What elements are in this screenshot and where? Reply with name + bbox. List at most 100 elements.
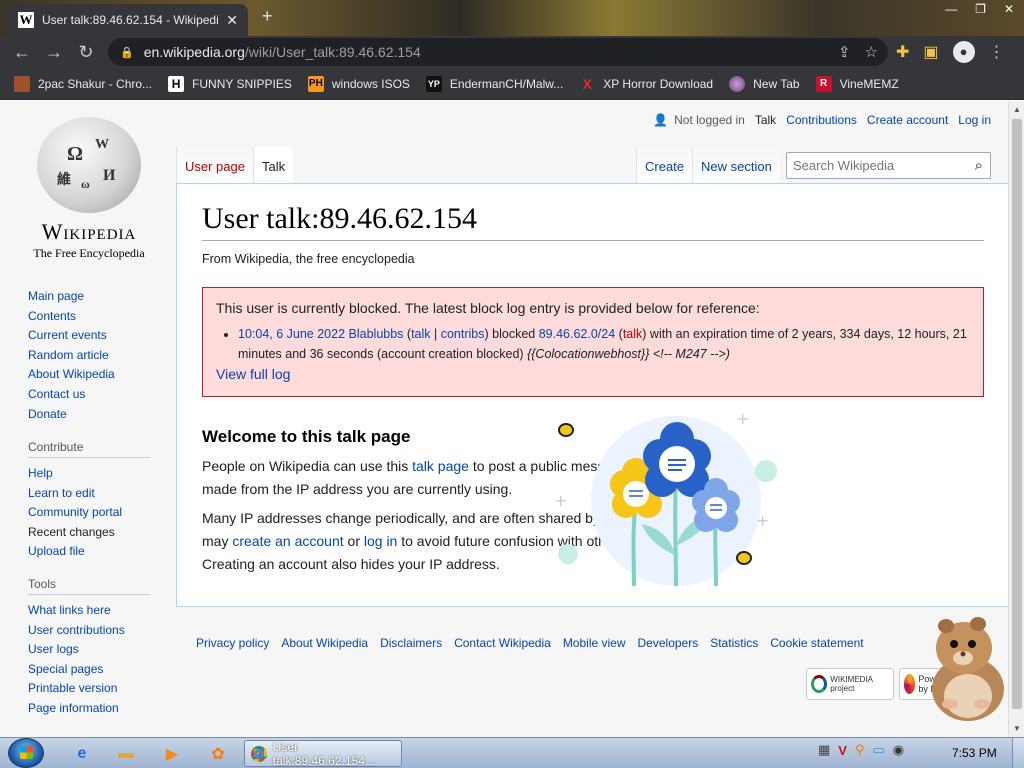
sidebar-heading-tools: Tools (28, 577, 150, 595)
back-arrow-icon[interactable]: ← (6, 36, 38, 68)
create-account-link[interactable]: Create account (867, 113, 948, 127)
sidebar-item-upload-file[interactable]: Upload file (28, 542, 150, 562)
extensions-puzzle-icon[interactable]: ✚ (896, 42, 909, 62)
sidebar-navigation: Main page Contents Current events Random… (28, 287, 115, 424)
wikimedia-project-badge[interactable]: WIKIMEDIA project (806, 668, 894, 700)
sidebar-item-contents[interactable]: Contents (28, 307, 115, 327)
bookmark-funny-snippies[interactable]: H FUNNY SNIPPIES (168, 75, 292, 92)
tray-app-icon[interactable]: ▦ (818, 742, 830, 758)
blocking-admin-link[interactable]: Blablubbs (349, 327, 404, 341)
sidebar-item-user-logs[interactable]: User logs (28, 640, 150, 660)
footer-cookie-statement[interactable]: Cookie statement (770, 636, 863, 650)
sidebar-item-special-pages[interactable]: Special pages (28, 660, 150, 680)
explorer-folder-icon[interactable]: ▬ (106, 741, 146, 766)
menu-kebab-icon[interactable]: ⋮ (989, 42, 1005, 62)
block-log-entry: 10:04, 6 June 2022 Blablubbs (talk | con… (238, 324, 970, 364)
sidebar-item-contact-us[interactable]: Contact us (28, 385, 115, 405)
footer-statistics[interactable]: Statistics (710, 636, 758, 650)
footer-developers[interactable]: Developers (638, 636, 699, 650)
sidebar-item-recent-changes[interactable]: Recent changes (28, 523, 150, 543)
page-scrollbar[interactable]: ▲ ▼ (1008, 101, 1024, 737)
block-time-link[interactable]: 10:04, 6 June 2022 (238, 327, 345, 341)
bookmark-new-tab[interactable]: New Tab (729, 75, 800, 92)
bookmark-xp-horror[interactable]: X XP Horror Download (579, 76, 714, 92)
tray-antivirus-icon[interactable]: V (838, 743, 847, 758)
internet-explorer-icon[interactable]: e (62, 741, 102, 766)
log-in-link[interactable]: Log in (958, 113, 991, 127)
create-an-account-link[interactable]: create an account (232, 533, 343, 549)
forward-arrow-icon[interactable]: → (38, 36, 70, 68)
scroll-down-arrow-icon[interactable]: ▼ (1013, 724, 1021, 733)
sidebar-item-about-wikipedia[interactable]: About Wikipedia (28, 365, 115, 385)
wikipedia-logo[interactable]: Ω W 維 И ω Wikipedia The Free Encyclopedi… (26, 117, 152, 261)
tray-network-icon[interactable]: ▭ (873, 742, 885, 758)
footer-privacy-policy[interactable]: Privacy policy (196, 636, 269, 650)
bookmark-2pac[interactable]: 2pac Shakur - Chro... (14, 75, 152, 92)
tab-create[interactable]: Create (636, 147, 693, 183)
taskbar-clock[interactable]: 7:53 PM (952, 746, 997, 760)
sidebar-item-main-page[interactable]: Main page (28, 287, 115, 307)
tab-talk[interactable]: Talk (252, 147, 294, 183)
sidebar-item-current-events[interactable]: Current events (28, 326, 115, 346)
sidebar-item-random-article[interactable]: Random article (28, 346, 115, 366)
footer-about-wikipedia[interactable]: About Wikipedia (281, 636, 368, 650)
range-talk-link[interactable]: talk (623, 327, 642, 341)
sidebar-item-donate[interactable]: Donate (28, 405, 115, 425)
close-window-icon[interactable]: ✕ (1004, 2, 1014, 16)
browser-tab-active[interactable]: W User talk:89.46.62.154 - Wikipedia ✕ (8, 4, 248, 36)
footer-mobile-view[interactable]: Mobile view (563, 636, 626, 650)
svg-text:+: + (556, 491, 567, 510)
minimize-icon[interactable]: — (945, 2, 957, 16)
show-desktop-button[interactable] (1012, 738, 1024, 768)
profile-avatar-icon[interactable]: ● (952, 41, 975, 63)
side-panel-icon[interactable]: ▣ (923, 42, 938, 62)
tab-close-icon[interactable]: ✕ (226, 12, 238, 29)
bookmark-windows-isos[interactable]: PH windows ISOS (307, 75, 410, 92)
usernav-contributions-link[interactable]: Contributions (786, 113, 857, 127)
new-tab-button[interactable]: + (262, 6, 273, 27)
sidebar-item-user-contributions[interactable]: User contributions (28, 621, 150, 641)
tab-user-page[interactable]: User page (176, 147, 253, 183)
browser-toolbar: ← → ↻ 🔒 en.wikipedia.org/wiki/User_talk:… (0, 36, 1024, 68)
bookmark-vinememz[interactable]: R VineMEMZ (815, 75, 899, 92)
start-button[interactable] (8, 738, 44, 768)
talk-page-link[interactable]: talk page (412, 458, 469, 474)
usernav-talk-link[interactable]: Talk (755, 113, 776, 127)
wikipedia-favicon-icon: W (18, 12, 34, 28)
wikipedia-wordmark: Wikipedia (41, 219, 137, 244)
search-input[interactable]: Search Wikipedia ⌕ (786, 152, 991, 179)
maximize-icon[interactable]: ❐ (975, 2, 986, 16)
ph-icon: PH (307, 75, 324, 92)
footer-disclaimers[interactable]: Disclaimers (380, 636, 442, 650)
lock-icon[interactable]: 🔒 (120, 46, 134, 59)
taskbar-chrome-window[interactable]: User talk:89.46.62.154... (244, 740, 402, 768)
share-icon[interactable]: ⇪ (838, 43, 851, 61)
admin-contribs-link[interactable]: contribs (441, 327, 485, 341)
bookmarks-bar: 2pac Shakur - Chro... H FUNNY SNIPPIES PH… (0, 68, 1024, 100)
sidebar-item-community-portal[interactable]: Community portal (28, 503, 150, 523)
bookmark-endermanch[interactable]: YP EndermanCH/Malw... (425, 75, 563, 92)
sidebar-item-what-links-here[interactable]: What links here (28, 601, 150, 621)
sidebar-item-learn-to-edit[interactable]: Learn to edit (28, 484, 150, 504)
sidebar-item-printable-version[interactable]: Printable version (28, 679, 150, 699)
admin-talk-link[interactable]: talk (411, 327, 430, 341)
sidebar-item-help[interactable]: Help (28, 464, 150, 484)
tab-new-section[interactable]: New section (692, 147, 780, 183)
windows-logo-icon (20, 746, 33, 759)
bookmark-star-icon[interactable]: ☆ (865, 43, 878, 61)
view-full-log-link[interactable]: View full log (216, 366, 970, 382)
log-in-inline-link[interactable]: log in (364, 533, 397, 549)
tray-volume-icon[interactable]: ◉ (893, 742, 904, 758)
extension-area: ✚ ▣ ● ⋮ (896, 36, 1005, 68)
scrollbar-thumb[interactable] (1012, 119, 1022, 709)
reload-icon[interactable]: ↻ (70, 36, 102, 68)
address-bar[interactable]: 🔒 en.wikipedia.org/wiki/User_talk:89.46.… (108, 38, 888, 66)
search-icon[interactable]: ⌕ (975, 157, 983, 174)
scroll-up-arrow-icon[interactable]: ▲ (1013, 105, 1021, 114)
media-player-icon[interactable]: ▶ (152, 741, 192, 766)
sidebar-item-page-information[interactable]: Page information (28, 699, 150, 719)
paint-icon[interactable]: ✿ (198, 741, 238, 766)
blocked-range-link[interactable]: 89.46.62.0/24 (539, 327, 615, 341)
footer-contact-wikipedia[interactable]: Contact Wikipedia (454, 636, 551, 650)
tray-search-icon[interactable]: ⚲ (855, 742, 865, 758)
